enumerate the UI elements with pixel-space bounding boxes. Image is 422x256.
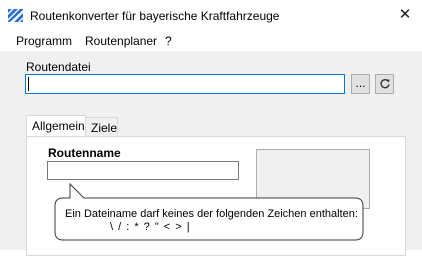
tooltip-message: Ein Dateiname darf keines der folgenden … — [65, 208, 358, 220]
tooltip-invalid-chars: \ / : * ? " < > | — [110, 221, 191, 233]
tab-allgemein[interactable]: Allgemein — [26, 115, 86, 136]
